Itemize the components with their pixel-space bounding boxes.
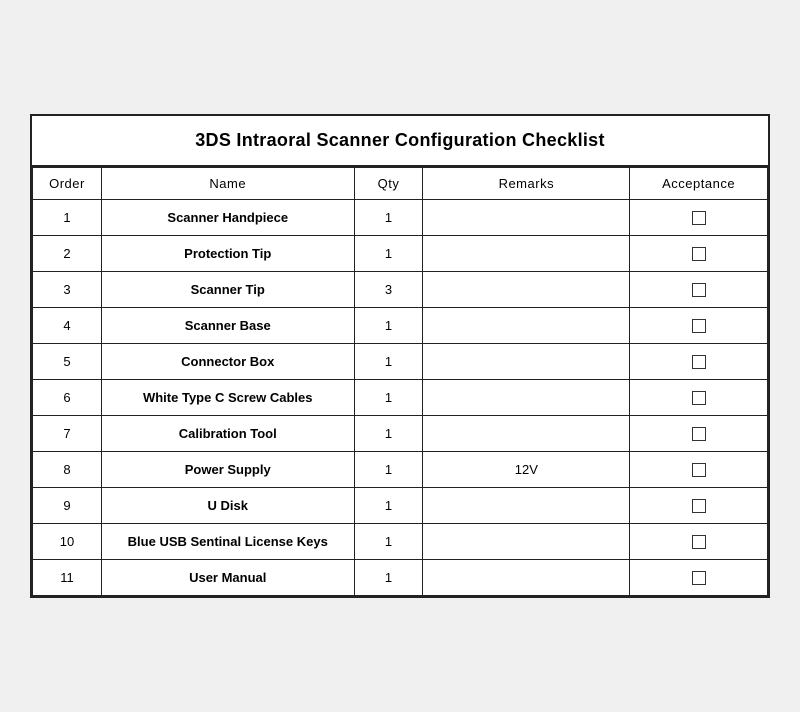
checkbox-icon[interactable] [692,283,706,297]
cell-acceptance[interactable] [630,236,768,272]
cell-name: Power Supply [101,452,354,488]
cell-name: Connector Box [101,344,354,380]
cell-remarks [423,416,630,452]
col-header-name: Name [101,168,354,200]
cell-qty: 1 [354,236,423,272]
cell-qty: 1 [354,488,423,524]
cell-name: Scanner Handpiece [101,200,354,236]
cell-qty: 1 [354,452,423,488]
checkbox-icon[interactable] [692,319,706,333]
cell-remarks [423,272,630,308]
cell-order: 10 [33,524,102,560]
cell-remarks [423,380,630,416]
table-row: 5Connector Box1 [33,344,768,380]
cell-acceptance[interactable] [630,344,768,380]
table-row: 4Scanner Base1 [33,308,768,344]
cell-order: 2 [33,236,102,272]
checkbox-icon[interactable] [692,571,706,585]
cell-qty: 1 [354,344,423,380]
table-row: 1Scanner Handpiece1 [33,200,768,236]
table-row: 8Power Supply112V [33,452,768,488]
cell-qty: 1 [354,524,423,560]
cell-qty: 1 [354,380,423,416]
cell-acceptance[interactable] [630,308,768,344]
cell-acceptance[interactable] [630,416,768,452]
cell-qty: 1 [354,560,423,596]
cell-order: 6 [33,380,102,416]
cell-order: 7 [33,416,102,452]
cell-acceptance[interactable] [630,488,768,524]
cell-acceptance[interactable] [630,560,768,596]
cell-name: Protection Tip [101,236,354,272]
cell-name: Calibration Tool [101,416,354,452]
cell-remarks [423,344,630,380]
table-row: 11User Manual1 [33,560,768,596]
table-row: 6White Type C Screw Cables1 [33,380,768,416]
cell-order: 11 [33,560,102,596]
cell-name: Blue USB Sentinal License Keys [101,524,354,560]
cell-acceptance[interactable] [630,380,768,416]
col-header-remarks: Remarks [423,168,630,200]
checkbox-icon[interactable] [692,247,706,261]
col-header-acceptance: Acceptance [630,168,768,200]
cell-order: 1 [33,200,102,236]
cell-order: 9 [33,488,102,524]
col-header-qty: Qty [354,168,423,200]
cell-acceptance[interactable] [630,272,768,308]
cell-remarks [423,560,630,596]
checkbox-icon[interactable] [692,391,706,405]
cell-remarks [423,236,630,272]
cell-acceptance[interactable] [630,452,768,488]
checkbox-icon[interactable] [692,499,706,513]
checkbox-icon[interactable] [692,211,706,225]
checklist-title: 3DS Intraoral Scanner Configuration Chec… [32,116,768,167]
checkbox-icon[interactable] [692,535,706,549]
cell-qty: 3 [354,272,423,308]
cell-name: White Type C Screw Cables [101,380,354,416]
cell-name: Scanner Tip [101,272,354,308]
checklist-table: Order Name Qty Remarks Acceptance 1Scann… [32,167,768,596]
cell-remarks [423,308,630,344]
cell-remarks [423,200,630,236]
table-row: 7Calibration Tool1 [33,416,768,452]
cell-name: Scanner Base [101,308,354,344]
cell-qty: 1 [354,200,423,236]
cell-name: User Manual [101,560,354,596]
table-row: 2Protection Tip1 [33,236,768,272]
cell-order: 3 [33,272,102,308]
cell-remarks [423,488,630,524]
cell-remarks: 12V [423,452,630,488]
cell-remarks [423,524,630,560]
table-row: 9U Disk1 [33,488,768,524]
cell-order: 8 [33,452,102,488]
cell-qty: 1 [354,416,423,452]
checkbox-icon[interactable] [692,463,706,477]
cell-order: 4 [33,308,102,344]
cell-qty: 1 [354,308,423,344]
cell-order: 5 [33,344,102,380]
cell-acceptance[interactable] [630,524,768,560]
table-row: 3Scanner Tip3 [33,272,768,308]
cell-acceptance[interactable] [630,200,768,236]
col-header-order: Order [33,168,102,200]
table-row: 10Blue USB Sentinal License Keys1 [33,524,768,560]
cell-name: U Disk [101,488,354,524]
checkbox-icon[interactable] [692,355,706,369]
checkbox-icon[interactable] [692,427,706,441]
checklist-container: 3DS Intraoral Scanner Configuration Chec… [30,114,770,598]
